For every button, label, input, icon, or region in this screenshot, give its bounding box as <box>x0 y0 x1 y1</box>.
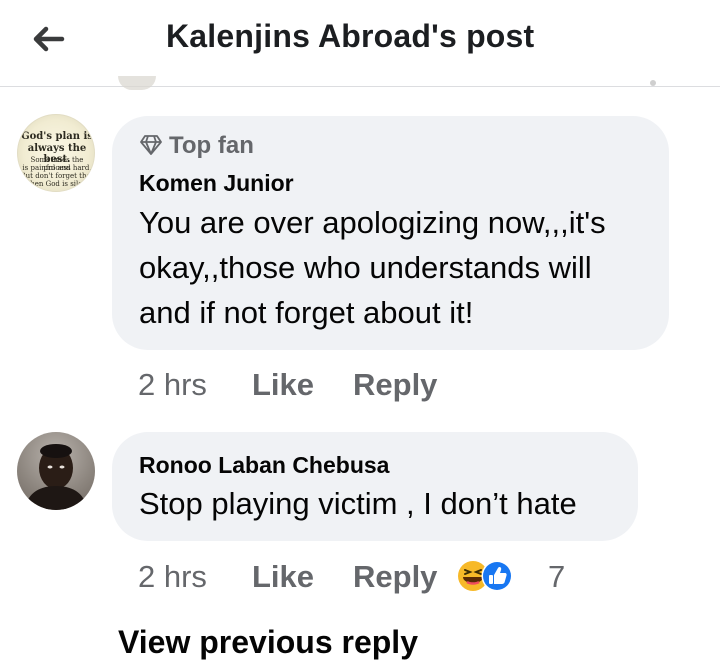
profile-photo <box>25 444 87 510</box>
top-fan-label: Top fan <box>169 132 254 159</box>
reply-button[interactable]: Reply <box>353 367 437 403</box>
comment-timestamp[interactable]: 2 hrs <box>138 559 207 595</box>
arrow-left-icon <box>33 26 65 52</box>
reactions-summary[interactable] <box>456 559 526 593</box>
reaction-count[interactable]: 7 <box>548 559 565 595</box>
comment-actions: 2 hrs Like Reply 7 <box>138 559 598 599</box>
like-button[interactable]: Like <box>252 559 314 595</box>
reply-button[interactable]: Reply <box>353 559 437 595</box>
back-button[interactable] <box>26 18 70 62</box>
comment-timestamp[interactable]: 2 hrs <box>138 367 207 403</box>
comment-text-line: and if not forget about it! <box>139 295 474 330</box>
avatar-text: is painful and hard. <box>22 164 92 172</box>
comment-author[interactable]: Ronoo Laban Chebusa <box>139 452 389 479</box>
previous-comment-fragment <box>650 80 656 86</box>
comment-bubble[interactable]: Ronoo Laban Chebusa Stop playing victim … <box>112 432 638 541</box>
post-header: Kalenjins Abroad's post <box>0 0 720 87</box>
avatar-text: when God is silent <box>24 180 90 188</box>
comment-author[interactable]: Komen Junior <box>139 170 294 197</box>
reaction-icons <box>458 560 513 592</box>
comment-text-line: You are over apologizing now,,,it's <box>139 205 606 240</box>
comment-text: Stop playing victim , I don’t hate <box>139 486 577 521</box>
comment-text-line: okay,,those who understands will <box>139 250 592 285</box>
avatar-text: But don't forget that <box>20 172 94 180</box>
avatar-text: God's plan is <box>21 131 93 142</box>
avatar[interactable] <box>17 432 95 510</box>
like-button[interactable]: Like <box>252 367 314 403</box>
previous-comment-avatar <box>118 76 156 90</box>
comment-bubble[interactable]: Top fan Komen Junior You are over apolog… <box>112 116 669 350</box>
avatar[interactable]: God's plan is always the best. Sometimes… <box>17 114 95 192</box>
like-icon <box>481 560 513 592</box>
view-previous-reply-link[interactable]: View previous reply <box>118 624 418 661</box>
page-title: Kalenjins Abroad's post <box>166 18 535 54</box>
top-fan-badge: Top fan <box>139 132 254 160</box>
diamond-icon <box>140 135 162 155</box>
